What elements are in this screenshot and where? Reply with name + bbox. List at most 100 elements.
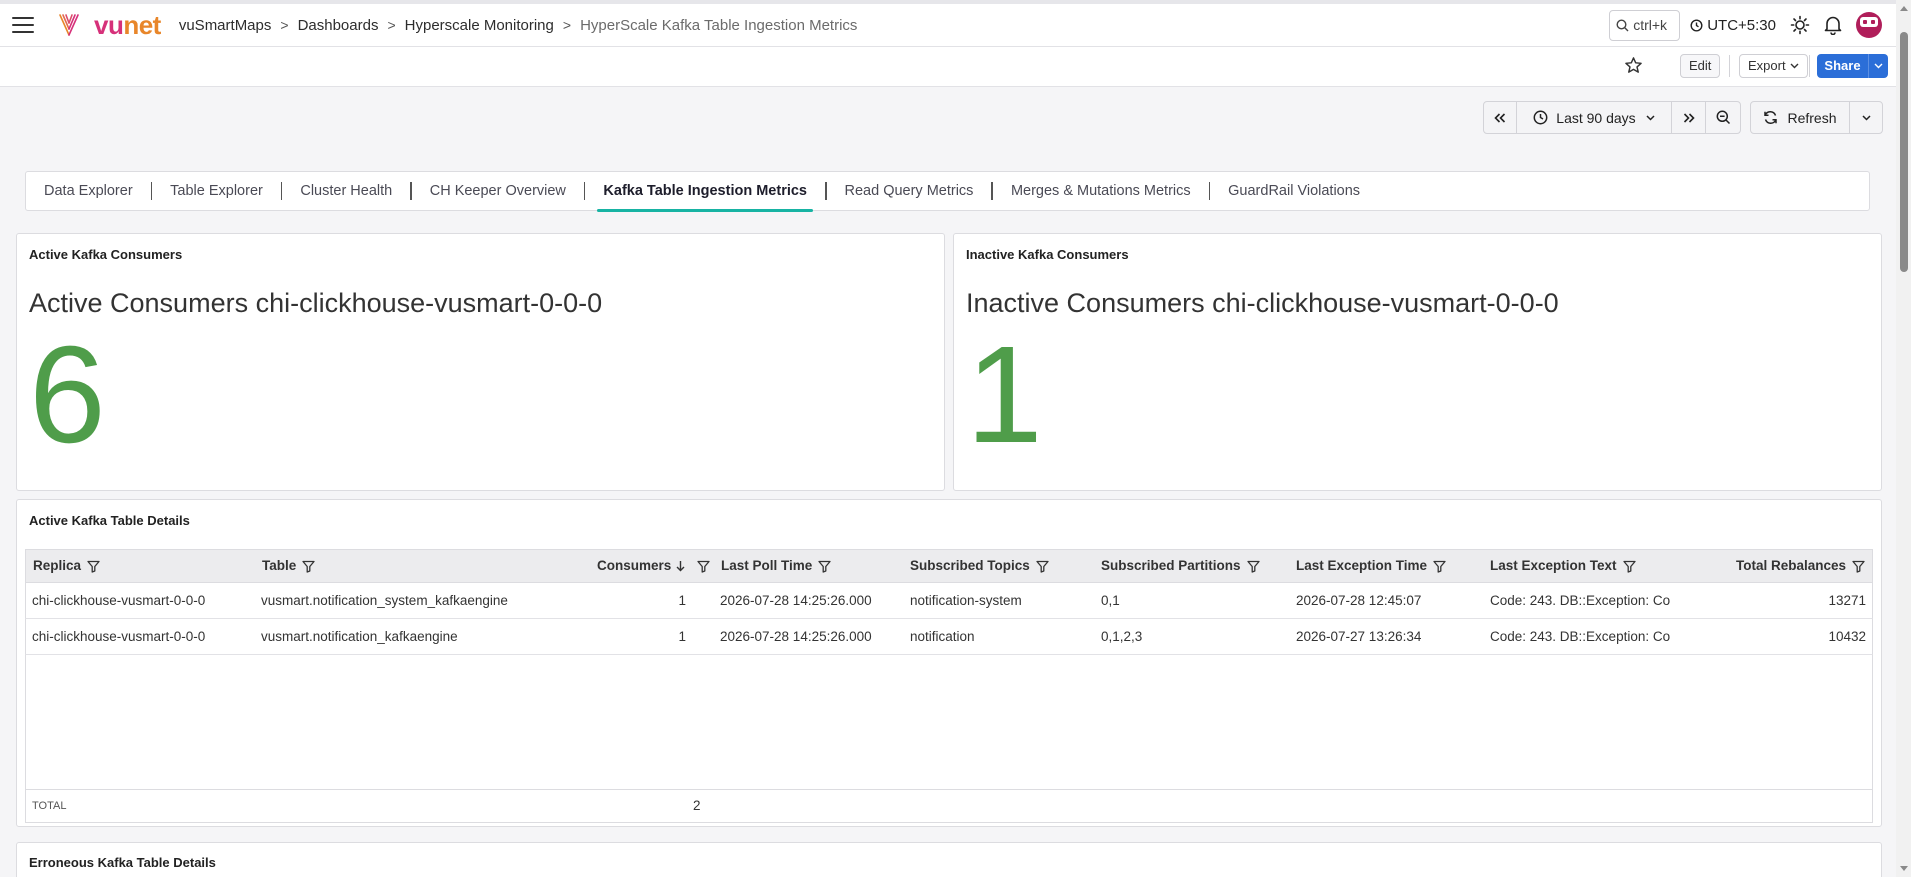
panel-title: Active Kafka Consumers [29,247,183,262]
filter-icon[interactable] [1246,560,1260,573]
theme-toggle-button[interactable] [1790,15,1810,35]
active-kafka-table-panel: Active Kafka Table Details Replica Table… [16,499,1882,827]
filter-icon[interactable] [1433,560,1446,573]
tab-separator [583,182,586,200]
page-scrollbar[interactable] [1896,0,1911,877]
cell-last-exception-time: 2026-07-28 12:45:07 [1296,593,1422,608]
cell-subscribed-topics: notification [910,629,975,644]
cell-consumers: 1 [678,629,686,644]
cell-subscribed-topics: notification-system [910,593,1022,608]
share-dropdown-button[interactable] [1868,54,1888,78]
column-header-last-exception-time[interactable]: Last Exception Time [1296,550,1446,582]
refresh-label: Refresh [1787,109,1837,126]
clock-icon [1533,110,1548,125]
active-consumers-panel: Active Kafka Consumers Active Consumers … [16,233,945,491]
column-header-table[interactable]: Table [262,550,315,582]
breadcrumb-separator: > [562,17,572,33]
breadcrumb-item-vusmartmaps[interactable]: vuSmartMaps [179,17,272,34]
scroll-up-icon[interactable] [1900,6,1908,11]
refresh-interval-dropdown[interactable] [1850,102,1882,133]
share-button[interactable]: Share [1817,54,1888,78]
tab-read-query-metrics[interactable]: Read Query Metrics [845,171,974,211]
favorite-star-icon[interactable] [1624,56,1643,80]
sun-icon [1790,15,1810,35]
timezone-label: UTC+5:30 [1707,16,1776,34]
cell-total-rebalances: 13271 [1828,593,1866,608]
double-chevron-left-icon [1494,112,1506,123]
stat-label: Inactive Consumers chi-clickhouse-vusmar… [966,288,1559,318]
stat-value: 1 [966,318,1043,472]
chevron-down-icon [1646,114,1655,121]
cell-last-exception-text: Code: 243. DB::Exception: Co [1490,629,1671,644]
scroll-down-icon[interactable] [1900,866,1908,871]
tab-data-explorer[interactable]: Data Explorer [44,171,133,211]
tab-table-explorer[interactable]: Table Explorer [170,171,263,211]
avatar[interactable] [1856,12,1882,38]
table-row[interactable]: chi-clickhouse-vusmart-0-0-0 vusmart.not… [25,583,1873,619]
stat-label: Active Consumers chi-clickhouse-vusmart-… [29,288,603,318]
time-controls: Last 90 days Refresh [1483,101,1883,134]
time-forward-button[interactable] [1672,102,1706,133]
tab-separator [410,182,412,200]
footer-consumers-total: 2 [693,798,701,813]
vunet-logo[interactable]: vunet [58,10,161,41]
cell-table: vusmart.notification_kafkaengine [261,629,458,644]
tab-separator [825,182,827,200]
tab-kafka-table-ingestion-metrics[interactable]: Kafka Table Ingestion Metrics [597,171,813,212]
tab-merges-mutations-metrics[interactable]: Merges & Mutations Metrics [1011,171,1191,211]
cell-last-poll-time: 2026-07-28 14:25:26.000 [720,629,872,644]
erroneous-kafka-table-panel: Erroneous Kafka Table Details [16,842,1882,877]
filter-icon[interactable] [1036,560,1049,573]
cell-last-poll-time: 2026-07-28 14:25:26.000 [720,593,872,608]
time-range-picker[interactable]: Last 90 days [1517,102,1672,133]
filter-icon[interactable] [1622,560,1636,573]
cell-subscribed-partitions: 0,1 [1101,593,1120,608]
chevron-down-icon [1861,114,1871,121]
search-button[interactable]: ctrl+k [1609,9,1681,41]
filter-icon[interactable] [87,560,100,573]
dashboard-action-bar: Edit Export Share [0,47,1896,87]
filter-icon[interactable] [1852,560,1865,573]
clock-icon [1690,18,1703,32]
refresh-button[interactable]: Refresh [1751,102,1850,133]
panel-title: Inactive Kafka Consumers [966,247,1129,262]
time-back-button[interactable] [1484,102,1517,133]
divider [1729,55,1730,77]
cell-last-exception-text: Code: 243. DB::Exception: Co [1490,593,1671,608]
share-label: Share [1824,58,1861,73]
tab-separator [991,182,993,200]
breadcrumb-separator: > [387,17,396,33]
edit-button[interactable]: Edit [1680,54,1721,78]
cell-last-exception-time: 2026-07-27 13:26:34 [1296,629,1422,644]
table-footer: TOTAL 2 [25,789,1873,823]
table-header: Replica Table Consumers Last Poll Time S… [25,549,1873,583]
tab-cluster-health[interactable]: Cluster Health [300,171,392,211]
search-shortcut: ctrl+k [1633,17,1668,33]
tab-guardrail-violations[interactable]: GuardRail Violations [1228,171,1360,211]
breadcrumb-item-hyperscale-monitoring[interactable]: Hyperscale Monitoring [405,17,554,34]
breadcrumb-item-dashboards[interactable]: Dashboards [298,17,379,34]
scrollbar-thumb[interactable] [1900,32,1908,272]
panel-title: Erroneous Kafka Table Details [29,855,216,870]
timezone-selector[interactable]: UTC+5:30 [1690,17,1776,34]
column-header-replica[interactable]: Replica [33,550,100,582]
breadcrumb-item-current: HyperScale Kafka Table Ingestion Metrics [580,16,858,34]
column-header-subscribed-partitions[interactable]: Subscribed Partitions [1101,550,1260,582]
top-bar: vunet vuSmartMaps > Dashboards > Hypersc… [0,0,1896,47]
column-header-total-rebalances[interactable]: Total Rebalances [1736,550,1865,582]
filter-icon[interactable] [302,560,315,573]
notifications-button[interactable] [1824,15,1842,35]
zoom-out-button[interactable] [1706,102,1740,133]
column-header-subscribed-topics[interactable]: Subscribed Topics [910,550,1049,582]
column-header-consumers[interactable]: Consumers [597,550,710,582]
table-row[interactable]: chi-clickhouse-vusmart-0-0-0 vusmart.not… [25,619,1873,655]
tab-ch-keeper-overview[interactable]: CH Keeper Overview [430,171,566,211]
column-header-last-poll-time[interactable]: Last Poll Time [721,550,831,582]
search-icon [1616,18,1629,31]
export-button[interactable]: Export [1739,54,1808,78]
menu-icon[interactable] [12,17,34,33]
filter-icon[interactable] [818,560,831,573]
filter-icon[interactable] [697,560,710,573]
breadcrumb-separator: > [280,17,289,33]
column-header-last-exception-text[interactable]: Last Exception Text [1490,550,1636,582]
